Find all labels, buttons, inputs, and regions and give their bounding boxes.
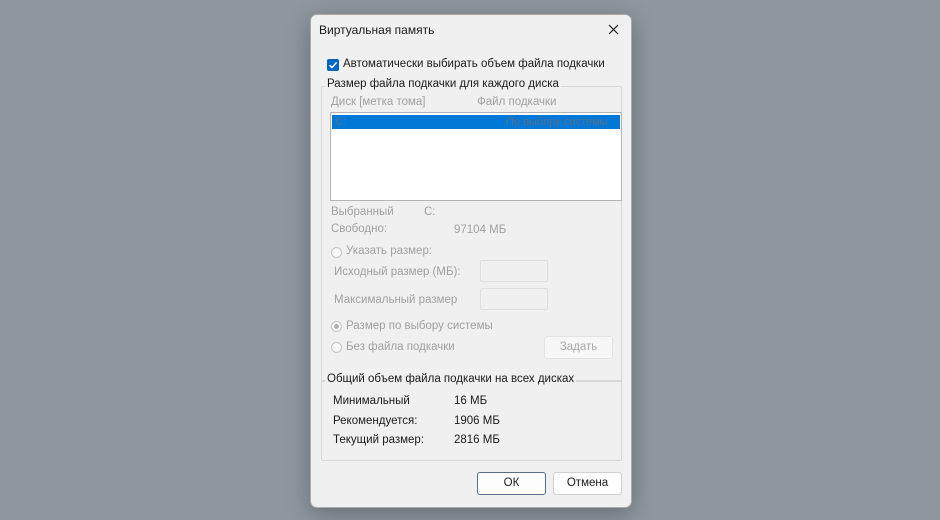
set-button[interactable]: Задать	[544, 336, 613, 359]
current-size-value: 2816 МБ	[454, 434, 500, 446]
max-size-input[interactable]	[480, 288, 548, 310]
minimum-label: Минимальный	[333, 395, 410, 407]
column-header-drive: Диск [метка тома]	[331, 96, 426, 108]
initial-size-label: Исходный размер (МБ):	[334, 266, 461, 278]
checkmark-icon	[328, 61, 338, 69]
window-title: Виртуальная память	[319, 23, 435, 37]
custom-size-radio[interactable]	[331, 247, 342, 258]
title-bar: Виртуальная память	[311, 15, 631, 45]
close-button[interactable]	[597, 15, 631, 45]
drive-list-row[interactable]: C: По выбору системы	[332, 115, 620, 129]
totals-group-label: Общий объем файла подкачки на всех диска…	[325, 373, 577, 385]
minimum-value: 16 МБ	[454, 395, 488, 407]
current-size-label: Текущий размер:	[333, 434, 425, 446]
ok-button[interactable]: ОК	[477, 472, 546, 495]
auto-manage-label[interactable]: Автоматически выбирать объем файла подка…	[343, 58, 605, 70]
free-space-label: Свободно:	[331, 223, 388, 235]
initial-size-input[interactable]	[480, 260, 548, 282]
recommended-value: 1906 МБ	[454, 415, 500, 427]
custom-size-label[interactable]: Указать размер:	[346, 245, 432, 257]
per-drive-group-label: Размер файла подкачки для каждого диска	[325, 78, 561, 90]
max-size-label: Максимальный размер	[334, 294, 458, 306]
auto-manage-checkbox[interactable]	[327, 59, 339, 71]
column-header-paging-file: Файл подкачки	[477, 96, 557, 108]
no-paging-file-radio[interactable]	[331, 342, 342, 353]
virtual-memory-dialog: Виртуальная память Автоматически выбират…	[310, 14, 632, 508]
system-managed-label[interactable]: Размер по выбору системы	[346, 320, 493, 332]
free-space-value: 97104 МБ	[454, 224, 507, 236]
no-paging-file-label[interactable]: Без файла подкачки	[346, 341, 455, 353]
selected-drive-value: C:	[424, 206, 436, 218]
recommended-label: Рекомендуется:	[333, 415, 418, 427]
system-managed-radio[interactable]	[331, 321, 342, 332]
cancel-button[interactable]: Отмена	[553, 472, 622, 495]
drive-paging-setting: По выбору системы	[506, 116, 608, 128]
drive-list[interactable]: C: По выбору системы	[330, 112, 622, 201]
selected-drive-label: Выбранный	[331, 206, 394, 218]
drive-letter: C:	[335, 116, 346, 128]
close-icon	[608, 24, 619, 35]
